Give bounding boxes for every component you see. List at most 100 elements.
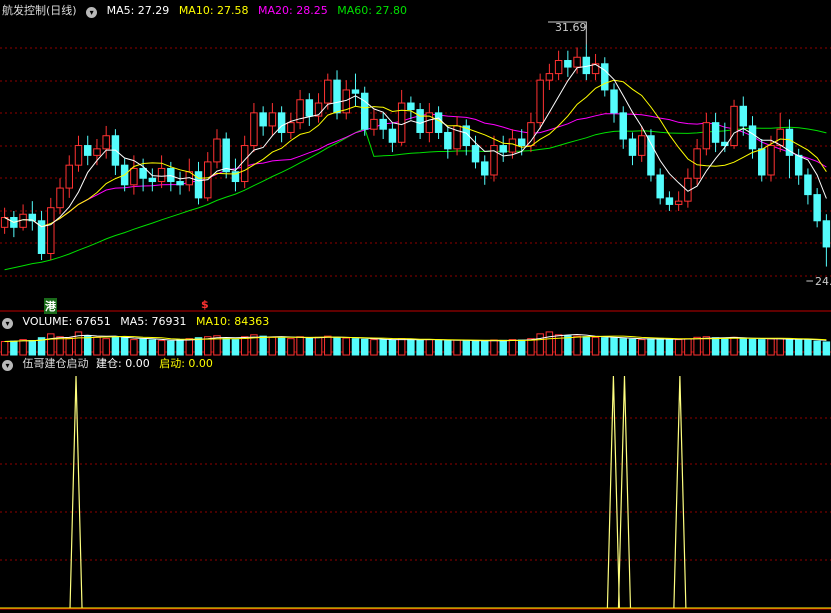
volume-bar-74 xyxy=(684,338,692,356)
volume-bar-25 xyxy=(231,339,240,356)
ma60-label: MA60: 27.80 xyxy=(337,4,407,17)
volume-bar-82 xyxy=(758,339,766,356)
price-header: 航发控制(日线) ▾ MA5: 27.29 MA10: 27.58 MA20: … xyxy=(2,4,413,18)
volume-bar-54 xyxy=(499,339,507,356)
candle-body-28 xyxy=(259,112,267,127)
volume-bar-63 xyxy=(582,336,591,356)
volume-bar-16 xyxy=(148,339,157,356)
chevron-down-icon[interactable]: ▾ xyxy=(86,7,98,18)
candle-body-69 xyxy=(637,135,646,156)
volume-bar-70 xyxy=(647,338,655,356)
volume-bar-10 xyxy=(93,336,101,356)
candle-body-24 xyxy=(222,138,230,173)
indicator-lines xyxy=(0,375,831,609)
jiancang-label: 建仓: 0.00 xyxy=(96,357,150,370)
candle-body-81 xyxy=(748,125,757,150)
volume-bar-86 xyxy=(794,339,803,356)
volume-bar-52 xyxy=(481,341,489,356)
candle-body-8 xyxy=(74,145,83,166)
candle-body-72 xyxy=(665,197,674,205)
dollar-marker[interactable]: $ xyxy=(201,298,209,311)
volume-bar-42 xyxy=(388,339,397,356)
candle-body-51 xyxy=(471,145,480,163)
candle-body-6 xyxy=(56,187,64,209)
volume-bar-75 xyxy=(693,336,701,356)
volume-bar-20 xyxy=(185,338,194,356)
candle-body-60 xyxy=(554,60,563,75)
chevron-down-icon[interactable]: ▾ xyxy=(2,318,13,329)
volume-bar-15 xyxy=(139,338,147,356)
volume-bar-57 xyxy=(527,338,535,356)
volume-bar-68 xyxy=(628,338,637,356)
volume-bar-73 xyxy=(674,339,683,356)
candle-body-9 xyxy=(83,145,92,156)
volume-bar-58 xyxy=(536,333,544,356)
candle-body-33 xyxy=(305,99,314,117)
candle-body-11 xyxy=(102,135,110,150)
indicator-spike-0 xyxy=(69,375,83,609)
volume-bar-59 xyxy=(545,331,554,356)
volume-bar-66 xyxy=(610,337,618,356)
candle-body-39 xyxy=(360,92,369,130)
candle-body-44 xyxy=(407,102,415,111)
high-price-label: 31.69 xyxy=(555,21,587,34)
volume-bar-47 xyxy=(434,339,443,356)
candle-body-38 xyxy=(351,89,360,94)
indicator-spike-1 xyxy=(606,375,620,609)
candle-body-68 xyxy=(628,138,637,156)
volume-bar-77 xyxy=(711,337,720,356)
volume-bar-26 xyxy=(240,336,249,356)
candle-body-88 xyxy=(813,194,821,222)
volume-bar-89 xyxy=(822,341,831,356)
indicator-spike-2 xyxy=(617,375,632,609)
indicator-spike-3 xyxy=(673,375,687,609)
candle-body-29 xyxy=(268,112,277,127)
candle-body-23 xyxy=(213,138,221,163)
volume-bar-49 xyxy=(453,339,461,356)
candle-body-57 xyxy=(527,122,535,147)
candle-body-30 xyxy=(277,112,286,133)
volume-bar-33 xyxy=(305,337,314,356)
kline-chart[interactable] xyxy=(0,0,831,613)
candle-body-76 xyxy=(702,122,711,150)
volume-bar-9 xyxy=(83,335,92,356)
candle-body-82 xyxy=(758,148,766,176)
candle-body-45 xyxy=(416,109,424,133)
candle-body-10 xyxy=(93,148,101,156)
candle-body-70 xyxy=(647,135,655,176)
candle-body-56 xyxy=(517,138,526,147)
volume-bar-11 xyxy=(102,338,110,356)
volume-bar-31 xyxy=(287,338,295,356)
candle-body-55 xyxy=(508,138,517,153)
volume-bar-24 xyxy=(222,338,230,356)
candle-body-21 xyxy=(194,171,203,199)
candle-body-52 xyxy=(481,161,489,176)
candle-body-71 xyxy=(656,174,664,199)
candle-body-14 xyxy=(130,167,138,186)
volume-bar-3 xyxy=(28,340,37,356)
volume-bar-85 xyxy=(785,338,794,356)
candle-body-15 xyxy=(139,167,147,179)
candle-body-80 xyxy=(739,105,748,127)
volume-bar-18 xyxy=(167,340,175,356)
indicator-title: 伍哥建仓启动 xyxy=(22,357,89,370)
volume-bar-78 xyxy=(721,337,729,356)
volume-bar-5 xyxy=(47,333,55,356)
candle-body-83 xyxy=(767,145,775,176)
chevron-down-icon[interactable]: ▾ xyxy=(2,360,13,371)
candle-body-17 xyxy=(157,167,166,183)
volume-bar-71 xyxy=(656,337,664,356)
ma20-label: MA20: 28.25 xyxy=(258,4,328,17)
candle-body-19 xyxy=(176,181,184,186)
volume-bar-81 xyxy=(748,338,757,356)
volume-bar-30 xyxy=(277,337,286,356)
candle-body-16 xyxy=(148,177,157,183)
candle-body-27 xyxy=(250,112,258,147)
hk-connect-marker[interactable]: 港 xyxy=(44,298,57,314)
candle-body-43 xyxy=(397,102,406,143)
candle-body-66 xyxy=(610,89,618,114)
indicator-header: ▾ 伍哥建仓启动 建仓: 0.00 启动: 0.00 xyxy=(2,357,219,371)
volume-bar-13 xyxy=(120,337,129,356)
candle-body-54 xyxy=(499,145,507,153)
volume-bar-2 xyxy=(19,339,27,356)
